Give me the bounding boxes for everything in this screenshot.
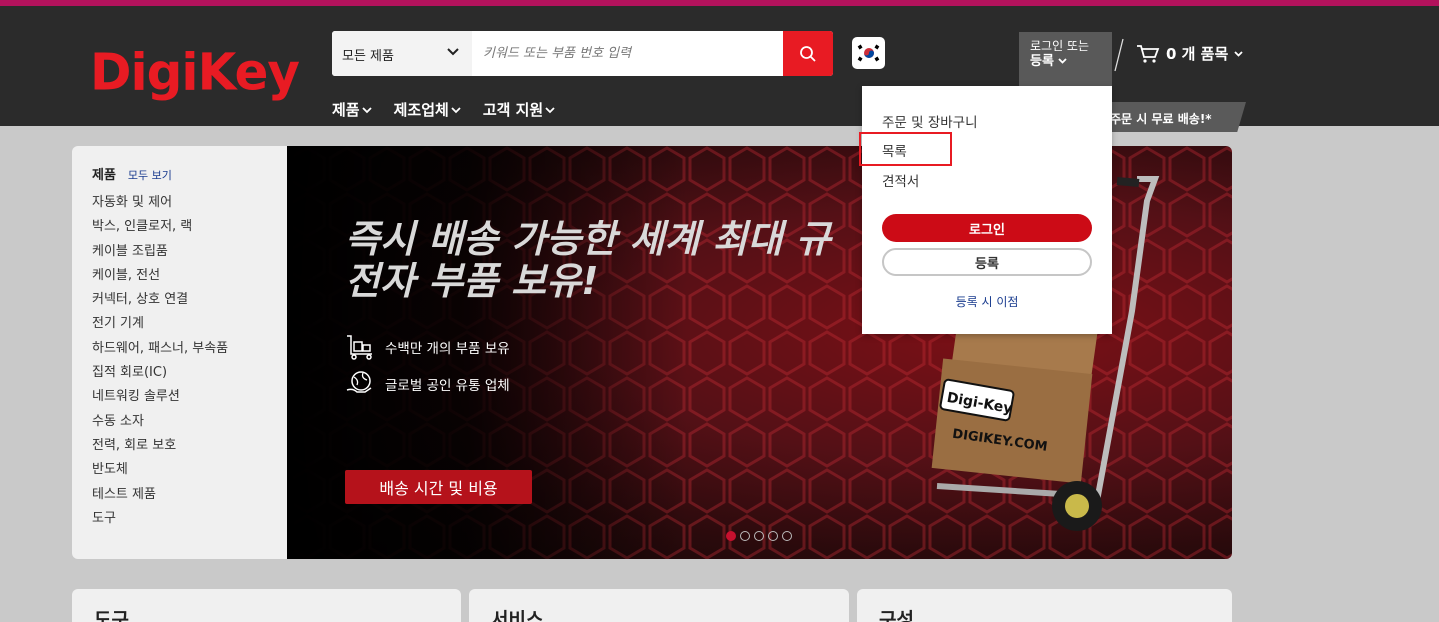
korea-flag-icon [855,43,882,63]
nav-products-label: 제품 [332,101,360,119]
nav-products[interactable]: 제품 [332,99,372,120]
category-link[interactable]: 테스트 제품 [92,483,228,507]
carousel-dot[interactable] [754,531,764,541]
hero-feature-parts-label: 수백만 개의 부품 보유 [385,341,510,357]
card-title: 도구 [94,609,129,622]
nav-support[interactable]: 고객 지원 [483,99,555,120]
site-header: DigiKey 모든 제품 로그인 또는 등록 0 개 [0,6,1439,132]
chevron-down-icon [451,106,461,113]
login-button[interactable]: 로그인 [882,214,1092,242]
category-link[interactable]: 수동 소자 [92,410,228,434]
carousel-dot[interactable] [768,531,778,541]
hero-headline: 즉시 배송 가능한 세계 최대 규 전자 부품 보유! [345,218,831,302]
search-button[interactable] [783,31,833,76]
category-link[interactable]: 전기 기계 [92,312,228,336]
search-icon [800,45,816,62]
category-link[interactable]: 전력, 회로 보호 [92,434,228,458]
category-link[interactable]: 도구 [92,507,228,531]
hero-headline-line1: 즉시 배송 가능한 세계 최대 규 [345,217,831,261]
carousel-dot[interactable] [740,531,750,541]
chevron-down-icon [1058,58,1068,64]
nav-manufacturers-label: 제조업체 [393,101,449,119]
menu-item-orders-cart[interactable]: 주문 및 장바구니 [882,111,978,131]
card-title: 서비스 [491,609,544,622]
cart-icon [1137,44,1160,63]
login-register-button[interactable]: 로그인 또는 등록 [1019,32,1112,92]
tools-card[interactable]: 도구 [72,589,461,622]
register-label: 등록 [1030,54,1112,69]
services-card[interactable]: 서비스 [469,589,849,622]
config-card[interactable]: 구성 [857,589,1232,622]
cart-button[interactable]: 0 개 품목 [1136,43,1243,64]
globe-hand-icon [346,371,372,393]
hero-feature-distributor-label: 글로벌 공인 유통 업체 [385,378,510,394]
login-label: 로그인 또는 [1030,39,1090,53]
parts-cart-icon [347,335,372,360]
hero-headline-line2: 전자 부품 보유! [345,259,599,303]
carousel-dot-active[interactable] [726,531,736,541]
search-input[interactable] [472,31,783,76]
category-link[interactable]: 케이블, 전선 [92,264,228,288]
header-divider [1114,38,1124,72]
digikey-logo[interactable]: DigiKey [90,41,300,102]
category-link[interactable]: 집적 회로(IC) [92,361,228,385]
category-link[interactable]: 케이블 조립품 [92,240,228,264]
account-dropdown-menu: 주문 및 장바구니 목록 견적서 로그인 등록 등록 시 이점 [859,86,1112,334]
carousel-dot[interactable] [782,531,792,541]
main-nav: 제품 제조업체 고객 지원 [332,99,555,120]
category-link[interactable]: 자동화 및 제어 [92,191,228,215]
hero-feature-parts: 수백만 개의 부품 보유 [345,334,510,360]
menu-item-lists[interactable]: 목록 [882,140,907,160]
menu-item-quotes[interactable]: 견적서 [882,170,919,190]
register-button[interactable]: 등록 [882,248,1092,276]
product-categories: 제품 모두 보기 자동화 및 제어 박스, 인클로저, 랙 케이블 조립품 케이… [92,164,228,531]
search-bar: 모든 제품 [332,31,833,76]
chevron-down-icon [361,106,372,113]
nav-support-label: 고객 지원 [482,101,544,119]
chevron-down-icon [1234,50,1243,57]
category-link[interactable]: 커넥터, 상호 연결 [92,288,228,312]
categories-title: 제품 [92,168,116,183]
cart-count-label: 0 개 품목 [1166,45,1229,63]
registration-benefits-link[interactable]: 등록 시 이점 [862,293,1112,310]
category-link[interactable]: 하드웨어, 패스너, 부속품 [92,337,228,361]
chevron-down-icon [545,106,555,113]
free-shipping-banner[interactable]: 주문 시 무료 배송!* [1100,102,1246,132]
chevron-down-icon [447,48,459,56]
nav-manufacturers[interactable]: 제조업체 [394,99,461,120]
category-link[interactable]: 네트워킹 솔루션 [92,385,228,409]
category-link[interactable]: 반도체 [92,458,228,482]
view-all-link[interactable]: 모두 보기 [128,167,172,183]
search-category-label: 모든 제품 [342,49,394,64]
shipping-info-button[interactable]: 배송 시간 및 비용 [345,470,532,504]
country-flag-selector[interactable] [852,37,885,69]
hero-feature-distributor: 글로벌 공인 유통 업체 [345,370,510,398]
carousel-dots [726,531,792,541]
card-title: 구성 [879,609,914,622]
category-link[interactable]: 박스, 인클로저, 랙 [92,215,228,239]
search-category-select[interactable]: 모든 제품 [332,31,472,76]
